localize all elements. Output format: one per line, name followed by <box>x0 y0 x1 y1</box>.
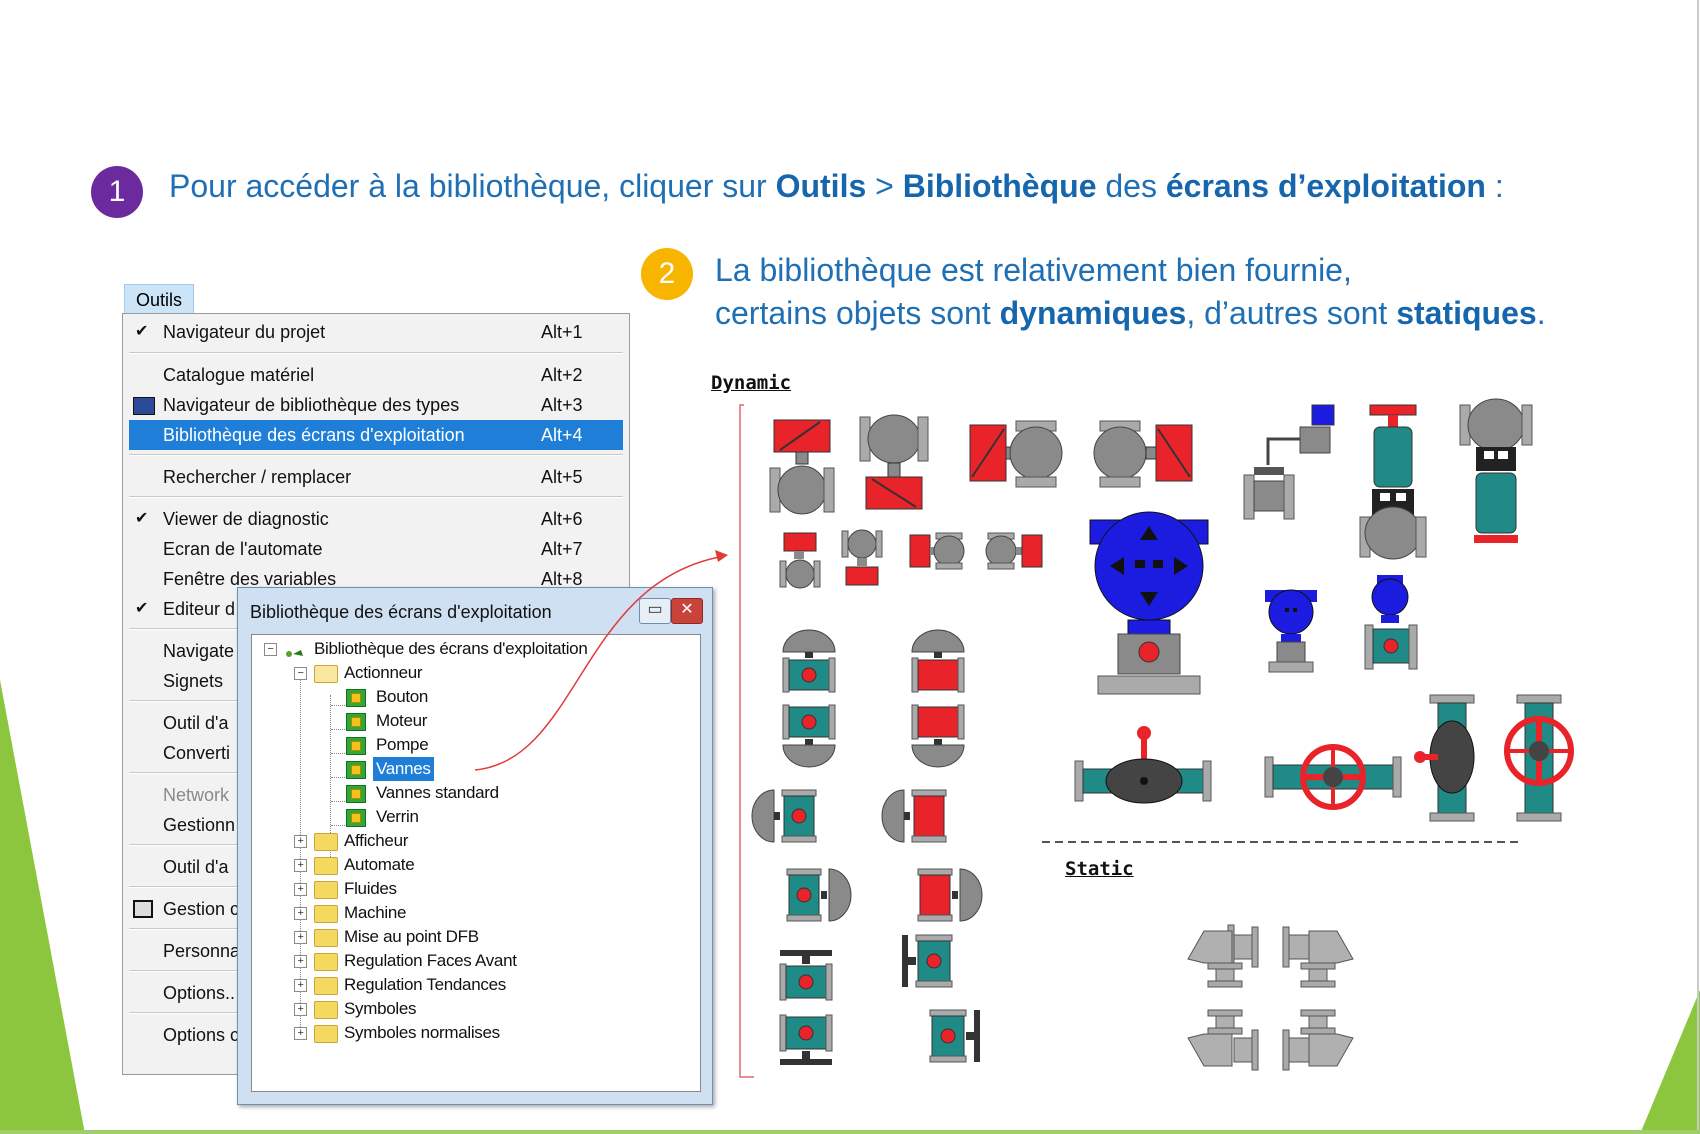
butterfly-valve-vertical <box>1414 694 1475 822</box>
step-2-line-1: La bibliothèque est relativement bien fo… <box>715 252 1352 288</box>
expand-icon[interactable]: + <box>294 955 307 968</box>
valve-teal-vertical-bottom <box>1459 398 1533 543</box>
folder-icon <box>314 977 338 995</box>
red-valve-2 <box>911 704 965 768</box>
static-elbow-4 <box>1282 1009 1354 1071</box>
valve-actuator-top <box>769 419 835 515</box>
screen-object-icon <box>346 737 366 755</box>
menu-item-search-replace[interactable]: Rechercher / remplacer Alt+5 <box>123 462 629 492</box>
menu-title-outils[interactable]: Outils <box>124 284 194 316</box>
slide-bottom-line <box>0 1130 1700 1134</box>
small-blue-actuator-1 <box>1265 589 1317 673</box>
folder-icon <box>314 833 338 851</box>
expand-icon[interactable]: + <box>294 931 307 944</box>
dynamic-label: Dynamic <box>711 372 792 394</box>
menu-item-type-library-browser[interactable]: Navigateur de bibliothèque des types Alt+… <box>123 390 629 420</box>
gestion-icon <box>133 900 153 918</box>
expand-icon[interactable]: + <box>294 1003 307 1016</box>
type-library-icon <box>133 397 155 415</box>
valve-library-canvas <box>739 398 1574 1078</box>
red-valve-3 <box>881 789 947 843</box>
step-1-badge: 1 <box>91 166 143 218</box>
folder-icon <box>314 1001 338 1019</box>
green-triangle-left <box>0 680 85 1134</box>
check-icon: ✔ <box>135 323 149 340</box>
menu-item-diagnostic-viewer[interactable]: ✔ Viewer de diagnostic Alt+6 <box>123 504 629 534</box>
teal-valve-3 <box>751 789 817 843</box>
check-icon: ✔ <box>135 510 149 527</box>
screen-object-icon <box>346 713 366 731</box>
expand-icon[interactable]: + <box>294 907 307 920</box>
step-2-badge: 2 <box>641 248 693 300</box>
valve-teal-vertical-red <box>1359 404 1427 560</box>
red-valve-4 <box>917 868 983 922</box>
menu-item-project-navigator[interactable]: ✔ Navigateur du projet Alt+1 <box>123 317 629 347</box>
valve-actuator-right <box>1093 420 1193 488</box>
folder-icon <box>314 953 338 971</box>
folder-icon <box>314 881 338 899</box>
small-valve-4 <box>985 532 1043 570</box>
folder-icon <box>314 905 338 923</box>
handwheel-valve-vertical <box>1504 694 1574 822</box>
expand-icon[interactable]: + <box>294 859 307 872</box>
red-valve-1 <box>911 629 965 693</box>
menu-item-operator-screen-library[interactable]: Bibliothèque des écrans d'exploitation Al… <box>129 420 623 450</box>
screen-object-icon <box>346 761 366 779</box>
small-valve-3 <box>909 532 965 570</box>
green-triangle-right <box>1640 990 1700 1134</box>
open-folder-icon <box>314 665 338 683</box>
step-2-line-2: certains objets sont dynamiques, d’autre… <box>715 295 1546 331</box>
small-valve-2 <box>841 529 883 586</box>
teal-handwheel-valve-2 <box>779 1014 833 1065</box>
expand-icon[interactable]: + <box>294 1027 307 1040</box>
teal-valve-4 <box>786 868 852 922</box>
folder-icon <box>314 929 338 947</box>
butterfly-valve-lever <box>1074 726 1212 804</box>
folder-icon <box>314 857 338 875</box>
collapse-icon[interactable]: − <box>264 643 277 656</box>
folder-icon <box>314 1025 338 1043</box>
check-icon: ✔ <box>135 600 149 617</box>
pointer-arrow <box>474 550 728 771</box>
handwheel-valve-horizontal <box>1264 744 1402 810</box>
screen-object-icon <box>346 809 366 827</box>
static-elbow-2 <box>1282 926 1354 988</box>
valve-blue-positioner <box>1243 404 1335 520</box>
blue-actuator-valve <box>1089 511 1209 695</box>
menu-item-hardware-catalog[interactable]: Catalogue matériel Alt+2 <box>123 360 629 390</box>
static-elbow-3 <box>1187 1009 1259 1071</box>
expand-icon[interactable]: + <box>294 979 307 992</box>
teal-handwheel-valve-1 <box>779 950 833 1001</box>
collapse-icon[interactable]: − <box>294 667 307 680</box>
step-1-text: Pour accéder à la bibliothèque, cliquer … <box>169 168 1504 204</box>
small-blue-actuator-2 <box>1364 575 1418 670</box>
expand-icon[interactable]: + <box>294 835 307 848</box>
static-elbow-1 <box>1187 924 1259 988</box>
expand-icon[interactable]: + <box>294 883 307 896</box>
library-root-icon <box>284 643 304 657</box>
teal-handwheel-valve-3 <box>902 934 953 988</box>
screen-object-icon <box>346 689 366 707</box>
teal-valve-1 <box>782 629 836 693</box>
valve-actuator-bottom <box>859 414 929 510</box>
small-valve-1 <box>779 532 821 589</box>
screen-object-icon <box>346 785 366 803</box>
teal-handwheel-valve-4 <box>929 1009 980 1063</box>
teal-valve-2 <box>782 704 836 768</box>
valve-actuator-left <box>969 420 1063 488</box>
